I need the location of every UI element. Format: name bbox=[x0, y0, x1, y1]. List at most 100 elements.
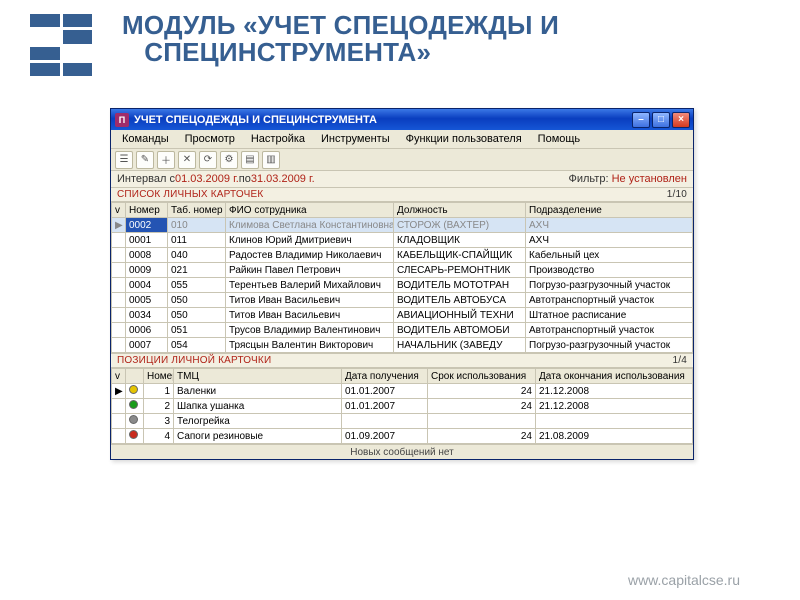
col-v[interactable]: v bbox=[112, 203, 126, 218]
table-row[interactable]: 4Сапоги резиновые01.09.20072421.08.2009 bbox=[112, 429, 693, 444]
cell-tab[interactable]: 011 bbox=[168, 233, 226, 248]
pcol-d2[interactable]: Дата окончания использования bbox=[536, 369, 693, 384]
toolbar-button[interactable]: ⟳ bbox=[199, 151, 217, 169]
interval-from[interactable]: 01.03.2009 г. bbox=[175, 173, 239, 185]
pcol-num[interactable]: Номер bbox=[144, 369, 174, 384]
cell-dep[interactable]: Погрузо-разгрузочный участок bbox=[526, 338, 693, 353]
cell-fio[interactable]: Терентьев Валерий Михайлович bbox=[226, 278, 394, 293]
menu-view[interactable]: Просмотр bbox=[178, 132, 242, 146]
cell-term[interactable]: 24 bbox=[428, 399, 536, 414]
cell-term[interactable] bbox=[428, 414, 536, 429]
cell-dep[interactable]: Штатное расписание bbox=[526, 308, 693, 323]
cell-tab[interactable]: 050 bbox=[168, 293, 226, 308]
cell-tmc[interactable]: Шапка ушанка bbox=[174, 399, 342, 414]
cell-date-end[interactable] bbox=[536, 414, 693, 429]
cell-dep[interactable]: Производство bbox=[526, 263, 693, 278]
toolbar-button[interactable]: ✕ bbox=[178, 151, 196, 169]
cell-pos[interactable]: НАЧАЛЬНИК (ЗАВЕДУ bbox=[394, 338, 526, 353]
cell-dep[interactable]: АХЧ bbox=[526, 233, 693, 248]
cell-num[interactable]: 0008 bbox=[126, 248, 168, 263]
col-num[interactable]: Номер bbox=[126, 203, 168, 218]
cell-date-received[interactable]: 01.01.2007 bbox=[342, 384, 428, 399]
cell-term[interactable]: 24 bbox=[428, 384, 536, 399]
titlebar[interactable]: П УЧЕТ СПЕЦОДЕЖДЫ И СПЕЦИНСТРУМЕНТА – □ … bbox=[111, 109, 693, 130]
cell-num[interactable]: 0009 bbox=[126, 263, 168, 278]
cell-fio[interactable]: Трусов Владимир Валентинович bbox=[226, 323, 394, 338]
menu-commands[interactable]: Команды bbox=[115, 132, 176, 146]
maximize-button[interactable]: □ bbox=[652, 112, 670, 128]
cell-pos[interactable]: КАБЕЛЬЩИК-СПАЙЩИК bbox=[394, 248, 526, 263]
cell-fio[interactable]: Титов Иван Васильевич bbox=[226, 308, 394, 323]
cell-pos[interactable]: СТОРОЖ (ВАХТЕР) bbox=[394, 218, 526, 233]
cell-fio[interactable]: Трясцын Валентин Викторович bbox=[226, 338, 394, 353]
toolbar-button[interactable]: ☰ bbox=[115, 151, 133, 169]
cell-num[interactable]: 0001 bbox=[126, 233, 168, 248]
table-row[interactable]: 0004055Терентьев Валерий МихайловичВОДИТ… bbox=[112, 278, 693, 293]
positions-header-row[interactable]: v Номер ТМЦ Дата получения Срок использо… bbox=[112, 369, 693, 384]
table-row[interactable]: 0034050Титов Иван ВасильевичАВИАЦИОННЫЙ … bbox=[112, 308, 693, 323]
cell-tab[interactable]: 040 bbox=[168, 248, 226, 263]
cell-date-received[interactable] bbox=[342, 414, 428, 429]
cell-dep[interactable]: Погрузо-разгрузочный участок bbox=[526, 278, 693, 293]
cell-tab[interactable]: 055 bbox=[168, 278, 226, 293]
cell-fio[interactable]: Райкин Павел Петрович bbox=[226, 263, 394, 278]
toolbar-button[interactable]: ▥ bbox=[262, 151, 280, 169]
pcol-v[interactable]: v bbox=[112, 369, 126, 384]
cell-fio[interactable]: Климова Светлана Константиновна bbox=[226, 218, 394, 233]
menu-tools[interactable]: Инструменты bbox=[314, 132, 397, 146]
cell-num[interactable]: 0007 bbox=[126, 338, 168, 353]
cell-num[interactable]: 0002 bbox=[126, 218, 168, 233]
cell-tmc[interactable]: Валенки bbox=[174, 384, 342, 399]
close-button[interactable]: × bbox=[672, 112, 690, 128]
cards-header-row[interactable]: v Номер Таб. номер ФИО сотрудника Должно… bbox=[112, 203, 693, 218]
cell-date-received[interactable]: 01.09.2007 bbox=[342, 429, 428, 444]
table-row[interactable]: ▶0002010Климова Светлана КонстантиновнаС… bbox=[112, 218, 693, 233]
cell-num[interactable]: 0034 bbox=[126, 308, 168, 323]
col-fio[interactable]: ФИО сотрудника bbox=[226, 203, 394, 218]
cell-pos[interactable]: КЛАДОВЩИК bbox=[394, 233, 526, 248]
table-row[interactable]: 0006051Трусов Владимир ВалентиновичВОДИТ… bbox=[112, 323, 693, 338]
cell-pos[interactable]: ВОДИТЕЛЬ МОТОТРАН bbox=[394, 278, 526, 293]
cell-num[interactable]: 3 bbox=[144, 414, 174, 429]
cell-tab[interactable]: 021 bbox=[168, 263, 226, 278]
toolbar-button[interactable]: ✎ bbox=[136, 151, 154, 169]
toolbar-button[interactable]: ⚙ bbox=[220, 151, 238, 169]
cell-tab[interactable]: 010 bbox=[168, 218, 226, 233]
cell-date-end[interactable]: 21.12.2008 bbox=[536, 399, 693, 414]
cell-dep[interactable]: Автотранспортный участок bbox=[526, 293, 693, 308]
cards-grid[interactable]: v Номер Таб. номер ФИО сотрудника Должно… bbox=[111, 202, 693, 353]
col-tab[interactable]: Таб. номер bbox=[168, 203, 226, 218]
cell-num[interactable]: 4 bbox=[144, 429, 174, 444]
cell-pos[interactable]: СЛЕСАРЬ-РЕМОНТНИК bbox=[394, 263, 526, 278]
interval-to[interactable]: 31.03.2009 г. bbox=[251, 173, 315, 185]
cell-dep[interactable]: АХЧ bbox=[526, 218, 693, 233]
cell-tmc[interactable]: Сапоги резиновые bbox=[174, 429, 342, 444]
cell-dep[interactable]: Автотранспортный участок bbox=[526, 323, 693, 338]
menu-help[interactable]: Помощь bbox=[531, 132, 588, 146]
table-row[interactable]: 0008040Радостев Владимир НиколаевичКАБЕЛ… bbox=[112, 248, 693, 263]
cell-tab[interactable]: 054 bbox=[168, 338, 226, 353]
cell-tab[interactable]: 050 bbox=[168, 308, 226, 323]
pcol-status[interactable] bbox=[126, 369, 144, 384]
cell-tmc[interactable]: Телогрейка bbox=[174, 414, 342, 429]
table-row[interactable]: 0001011Клинов Юрий ДмитриевичКЛАДОВЩИКАХ… bbox=[112, 233, 693, 248]
table-row[interactable]: 0007054Трясцын Валентин ВикторовичНАЧАЛЬ… bbox=[112, 338, 693, 353]
cell-tab[interactable]: 051 bbox=[168, 323, 226, 338]
table-row[interactable]: 2Шапка ушанка01.01.20072421.12.2008 bbox=[112, 399, 693, 414]
cell-term[interactable]: 24 bbox=[428, 429, 536, 444]
positions-grid[interactable]: v Номер ТМЦ Дата получения Срок использо… bbox=[111, 368, 693, 444]
cell-num[interactable]: 2 bbox=[144, 399, 174, 414]
cell-pos[interactable]: ВОДИТЕЛЬ АВТОБУСА bbox=[394, 293, 526, 308]
table-row[interactable]: 0009021Райкин Павел ПетровичСЛЕСАРЬ-РЕМО… bbox=[112, 263, 693, 278]
cell-date-received[interactable]: 01.01.2007 bbox=[342, 399, 428, 414]
pcol-term[interactable]: Срок использования bbox=[428, 369, 536, 384]
cell-num[interactable]: 0004 bbox=[126, 278, 168, 293]
menu-settings[interactable]: Настройка bbox=[244, 132, 312, 146]
cell-pos[interactable]: ВОДИТЕЛЬ АВТОМОБИ bbox=[394, 323, 526, 338]
cell-pos[interactable]: АВИАЦИОННЫЙ ТЕХНИ bbox=[394, 308, 526, 323]
col-dep[interactable]: Подразделение bbox=[526, 203, 693, 218]
table-row[interactable]: 3Телогрейка bbox=[112, 414, 693, 429]
col-pos[interactable]: Должность bbox=[394, 203, 526, 218]
cell-dep[interactable]: Кабельный цех bbox=[526, 248, 693, 263]
cell-num[interactable]: 0005 bbox=[126, 293, 168, 308]
